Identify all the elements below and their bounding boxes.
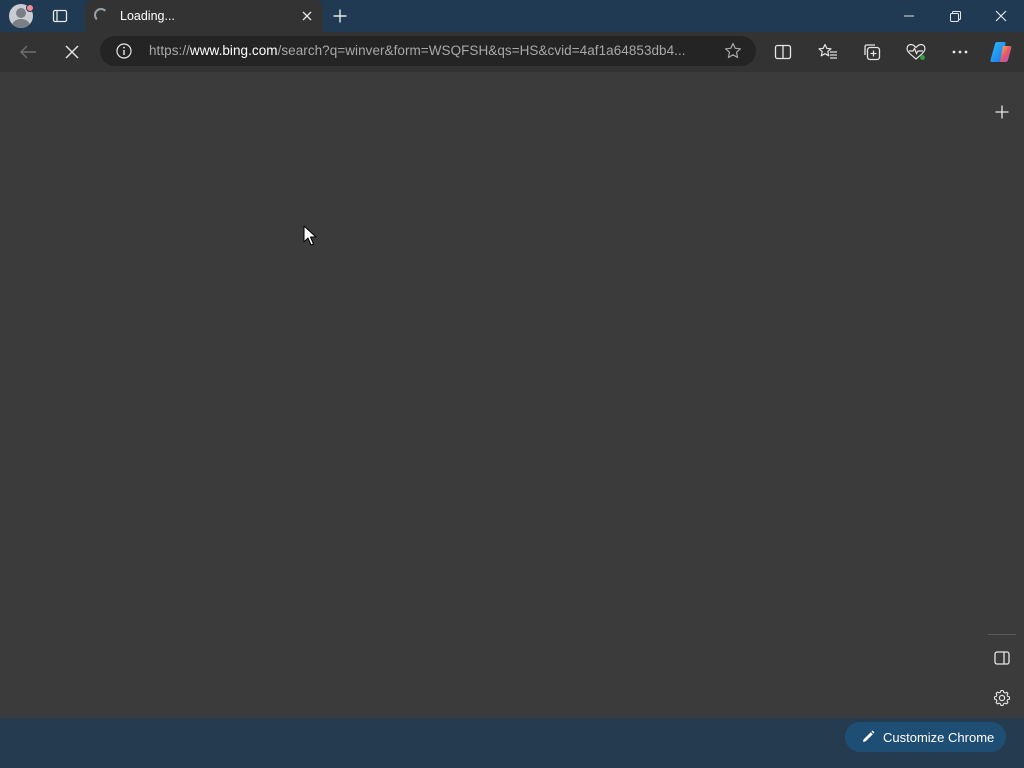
favorites-icon (818, 43, 837, 59)
toolbar: https://www.bing.com/search?q=winver&for… (0, 32, 1024, 72)
sidebar-icon (994, 651, 1010, 665)
back-button[interactable] (14, 38, 42, 66)
minimize-button[interactable] (886, 0, 932, 32)
tab-close-button[interactable] (299, 8, 315, 24)
bottom-bar: Customize Chrome (0, 718, 1024, 768)
collections-icon (864, 44, 881, 61)
stop-icon (65, 45, 79, 59)
gear-icon (993, 689, 1011, 706)
customize-chrome-button[interactable]: Customize Chrome (845, 722, 1006, 752)
more-icon (952, 50, 968, 54)
close-icon (995, 10, 1007, 22)
sidebar-add-button[interactable] (990, 100, 1014, 124)
info-icon[interactable] (116, 43, 132, 59)
tab-actions-button[interactable] (48, 6, 72, 26)
pencil-icon (863, 730, 875, 742)
plus-icon (333, 9, 347, 23)
plus-icon (995, 105, 1009, 119)
url-path: /search?q=winver&form=WSQFSH&qs=HS&cvid=… (277, 43, 686, 58)
close-window-button[interactable] (978, 0, 1024, 32)
profile-notification-dot (26, 4, 34, 12)
tab-actions-icon (52, 9, 68, 23)
url-host: www.bing.com (189, 43, 278, 58)
loading-spinner-icon (94, 8, 108, 22)
title-bar: Loading... (0, 0, 1024, 32)
url-scheme: https:// (149, 43, 190, 58)
edge-sidebar (980, 72, 1024, 718)
copilot-icon (990, 42, 1012, 62)
heartbeat-icon (906, 43, 926, 60)
close-icon (302, 11, 312, 21)
customize-chrome-label: Customize Chrome (883, 729, 995, 745)
back-arrow-icon (20, 45, 36, 59)
favorites-button[interactable] (816, 40, 840, 64)
sidebar-settings-button[interactable] (990, 686, 1014, 710)
performance-button[interactable] (904, 40, 928, 64)
tab-active[interactable]: Loading... (85, 0, 323, 32)
copilot-button[interactable] (989, 40, 1013, 64)
address-bar[interactable]: https://www.bing.com/search?q=winver&for… (100, 36, 756, 66)
page-content[interactable] (0, 72, 980, 718)
split-screen-icon (774, 44, 792, 60)
star-icon[interactable] (724, 42, 742, 60)
new-tab-button[interactable] (330, 6, 350, 26)
more-button[interactable] (948, 40, 972, 64)
tab-title: Loading... (120, 9, 175, 23)
sidebar-divider (988, 634, 1016, 635)
collections-button[interactable] (860, 40, 884, 64)
split-screen-button[interactable] (771, 40, 795, 64)
restore-button[interactable] (932, 0, 978, 32)
stop-loading-button[interactable] (58, 38, 86, 66)
restore-icon (949, 10, 961, 22)
address-url[interactable]: https://www.bing.com/search?q=winver&for… (149, 43, 686, 58)
mouse-cursor-icon (303, 225, 317, 246)
sidebar-toggle-button[interactable] (990, 646, 1014, 670)
minimize-icon (904, 15, 914, 17)
